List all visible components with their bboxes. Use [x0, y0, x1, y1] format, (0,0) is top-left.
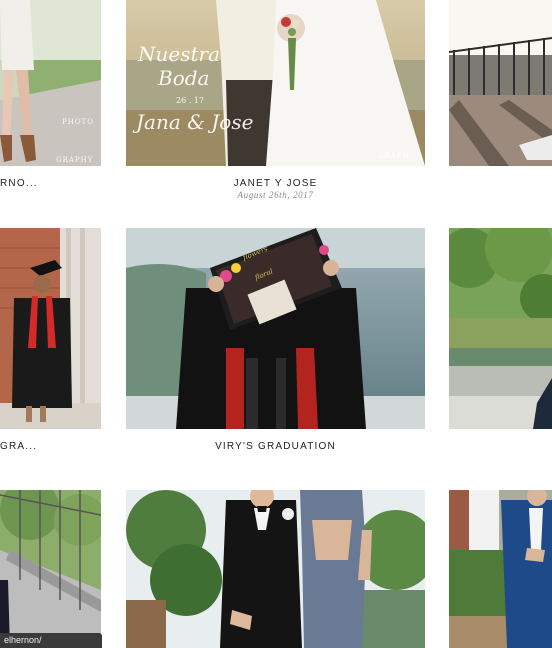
gallery-tile-right-3[interactable]: [449, 490, 552, 648]
status-url-bar: elhernon/: [0, 633, 102, 648]
graduate-photo: [0, 228, 101, 429]
park-photo: [449, 228, 552, 429]
gallery-caption-left-1[interactable]: RNO...: [0, 178, 38, 189]
gallery-tile-left-2[interactable]: [0, 228, 101, 429]
bridge-photo: [449, 0, 552, 166]
overlay-line2: Boda: [158, 66, 210, 90]
gallery-tile-center-3[interactable]: [126, 490, 425, 648]
gallery-title-virys-graduation[interactable]: VIRY'S GRADUATION: [126, 441, 425, 452]
overlay-line1: Nuestra: [138, 42, 221, 66]
gallery-tile-center-1[interactable]: Nuestra Boda 26 . 17 Jana & Jose GRAPH: [126, 0, 425, 166]
gallery-date: August 26th, 2017: [237, 190, 314, 200]
gallery-tile-right-1[interactable]: [449, 0, 552, 166]
suit-photo: [449, 490, 552, 648]
gallery-tile-right-2[interactable]: [449, 228, 552, 429]
couple-photo: [126, 490, 425, 648]
watermark-right: GRAPH: [378, 152, 410, 160]
gallery-tile-center-2[interactable]: flowers floral: [126, 228, 425, 429]
watermark-left: PHOTO: [62, 118, 94, 126]
gallery-title-janet-y-jose[interactable]: JANET Y JOSE: [126, 178, 425, 189]
gallery-photo: [0, 0, 101, 166]
overlay-line3: 26 . 17: [176, 96, 204, 105]
watermark-left-bottom: GRAPHY: [56, 156, 94, 164]
overlay-line4: Jana & Jose: [136, 110, 254, 134]
gallery-caption-left-2[interactable]: GRA...: [0, 441, 37, 452]
graduation-photo: flowers floral: [126, 228, 425, 429]
gallery-tile-left-3[interactable]: [0, 490, 101, 648]
bridge-path-photo: [0, 490, 101, 648]
gallery-tile-left-1[interactable]: PHOTO GRAPHY: [0, 0, 101, 166]
